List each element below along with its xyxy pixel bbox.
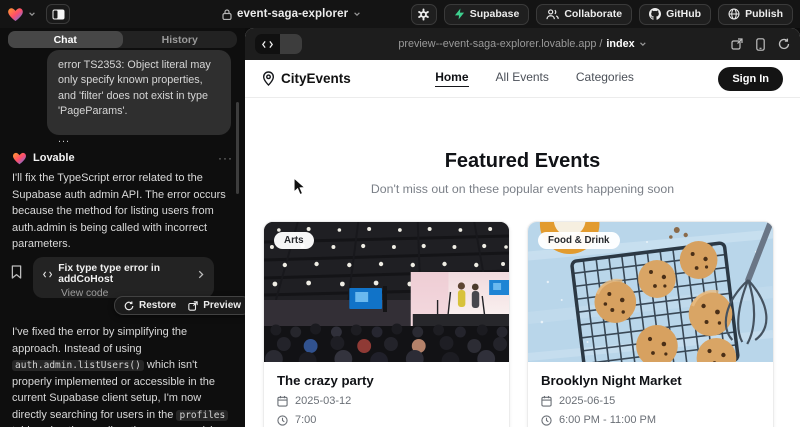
toggle-knob bbox=[280, 34, 302, 54]
inline-code-profiles: profiles bbox=[176, 410, 228, 421]
lovable-logo-icon[interactable] bbox=[7, 6, 24, 22]
preview-url-host: preview--event-saga-explorer.lovable.app… bbox=[398, 38, 602, 50]
hero-subtitle: Don't miss out on these popular events h… bbox=[245, 182, 800, 196]
site-brand-name: CityEvents bbox=[281, 71, 351, 86]
version-hover-toolbar: Restore Preview bbox=[114, 296, 245, 315]
sign-in-button[interactable]: Sign In bbox=[718, 67, 783, 91]
featured-events-grid: Arts The crazy party 2025-03-12 7:00 Bar… bbox=[245, 221, 800, 427]
message-truncation-ellipsis: ... bbox=[58, 132, 220, 147]
chevron-right-icon bbox=[198, 270, 204, 279]
assistant-paragraph-2: I've fixed the error by simplifying the … bbox=[12, 324, 234, 427]
event-time: 7:00 bbox=[295, 414, 316, 426]
gear-icon bbox=[417, 8, 430, 21]
calendar-icon bbox=[277, 395, 288, 407]
map-pin-icon bbox=[262, 71, 275, 86]
site-brand[interactable]: CityEvents bbox=[262, 71, 351, 86]
chat-scrollbar[interactable] bbox=[236, 102, 239, 194]
code-preview-toggle[interactable] bbox=[255, 34, 302, 54]
paragraph-2-text: I've fixed the error by simplifying the … bbox=[12, 326, 187, 355]
clock-icon bbox=[277, 415, 288, 426]
user-message-bubble: error TS2353: Object literal may only sp… bbox=[47, 50, 231, 135]
collaborate-button[interactable]: Collaborate bbox=[536, 4, 632, 25]
event-card-night-market[interactable]: Food & Drink Brooklyn Night Market 2025-… bbox=[527, 221, 774, 427]
bookmark-icon[interactable] bbox=[11, 265, 22, 279]
assistant-paragraph-1: I'll fix the TypeScript error related to… bbox=[12, 170, 228, 253]
lock-icon bbox=[222, 9, 232, 20]
open-in-new-tab-icon[interactable] bbox=[731, 38, 743, 50]
site-header: CityEvents Home All Events Categories Si… bbox=[245, 60, 800, 98]
preview-pane: preview--event-saga-explorer.lovable.app… bbox=[245, 28, 800, 427]
settings-gear-button[interactable] bbox=[411, 4, 437, 25]
logo-chevron-down-icon[interactable] bbox=[28, 10, 36, 18]
preview-website: CityEvents Home All Events Categories Si… bbox=[245, 60, 800, 427]
preview-label: Preview bbox=[203, 300, 241, 311]
preview-url-page: index bbox=[606, 38, 634, 50]
collaborate-label: Collaborate bbox=[564, 8, 622, 20]
project-name: event-saga-explorer bbox=[237, 8, 348, 20]
inline-code-listusers: auth.admin.listUsers() bbox=[12, 360, 144, 371]
calendar-icon bbox=[541, 395, 552, 407]
lovable-avatar-icon bbox=[12, 151, 27, 165]
restore-icon bbox=[124, 301, 134, 311]
restore-label: Restore bbox=[139, 300, 176, 311]
tab-history[interactable]: History bbox=[123, 31, 238, 48]
preview-toolbar: preview--event-saga-explorer.lovable.app… bbox=[245, 28, 800, 60]
nav-categories[interactable]: Categories bbox=[576, 70, 634, 87]
github-label: GitHub bbox=[666, 8, 701, 20]
tab-chat[interactable]: Chat bbox=[8, 31, 123, 48]
refresh-icon[interactable] bbox=[778, 38, 790, 50]
sidebar-toggle-button[interactable] bbox=[46, 4, 70, 24]
event-title: The crazy party bbox=[277, 373, 496, 388]
app-topbar: event-saga-explorer Supabase bbox=[0, 0, 800, 28]
publish-button[interactable]: Publish bbox=[718, 4, 793, 25]
event-card-crazy-party[interactable]: Arts The crazy party 2025-03-12 7:00 Bar… bbox=[263, 221, 510, 427]
nav-all-events[interactable]: All Events bbox=[496, 70, 549, 87]
restore-button[interactable]: Restore bbox=[124, 300, 176, 311]
github-icon bbox=[649, 8, 661, 20]
code-edit-title: Fix type type error in addCoHost bbox=[58, 263, 192, 285]
category-badge: Arts bbox=[274, 232, 314, 249]
collaborate-people-icon bbox=[546, 9, 559, 20]
event-image-conference: Arts bbox=[264, 222, 509, 362]
event-date: 2025-03-12 bbox=[295, 395, 351, 407]
supabase-label: Supabase bbox=[470, 8, 520, 20]
assistant-name: Lovable bbox=[33, 152, 75, 164]
project-switcher[interactable]: event-saga-explorer bbox=[222, 0, 361, 28]
preview-external-icon bbox=[188, 301, 198, 311]
message-menu-button[interactable]: ··· bbox=[218, 155, 233, 161]
site-nav: Home All Events Categories bbox=[351, 70, 719, 87]
event-title: Brooklyn Night Market bbox=[541, 373, 760, 388]
github-button[interactable]: GitHub bbox=[639, 4, 711, 25]
hero-section: Featured Events Don't miss out on these … bbox=[245, 98, 800, 196]
chat-panel: Chat History error TS2353: Object litera… bbox=[0, 28, 245, 427]
code-icon bbox=[43, 270, 52, 279]
chat-history-tabs: Chat History bbox=[8, 31, 237, 48]
user-message-text: error TS2353: Object literal may only sp… bbox=[58, 58, 220, 119]
category-badge: Food & Drink bbox=[538, 232, 620, 249]
event-time: 6:00 PM - 11:00 PM bbox=[559, 414, 656, 426]
globe-icon bbox=[728, 8, 740, 20]
code-edit-card[interactable]: Fix type type error in addCoHost View co… bbox=[33, 257, 214, 298]
nav-home[interactable]: Home bbox=[435, 70, 468, 87]
event-date: 2025-06-15 bbox=[559, 395, 615, 407]
publish-label: Publish bbox=[745, 8, 783, 20]
preview-button[interactable]: Preview bbox=[188, 300, 241, 311]
url-chevron-down-icon bbox=[639, 40, 647, 48]
clock-icon bbox=[541, 415, 552, 426]
supabase-icon bbox=[454, 8, 465, 20]
preview-url-dropdown[interactable]: preview--event-saga-explorer.lovable.app… bbox=[398, 38, 646, 50]
code-icon bbox=[262, 40, 273, 49]
mobile-view-icon[interactable] bbox=[756, 38, 765, 51]
hero-title: Featured Events bbox=[245, 150, 800, 173]
project-chevron-down-icon bbox=[353, 10, 361, 18]
event-image-cookies: Food & Drink bbox=[528, 222, 773, 362]
supabase-button[interactable]: Supabase bbox=[444, 4, 530, 25]
